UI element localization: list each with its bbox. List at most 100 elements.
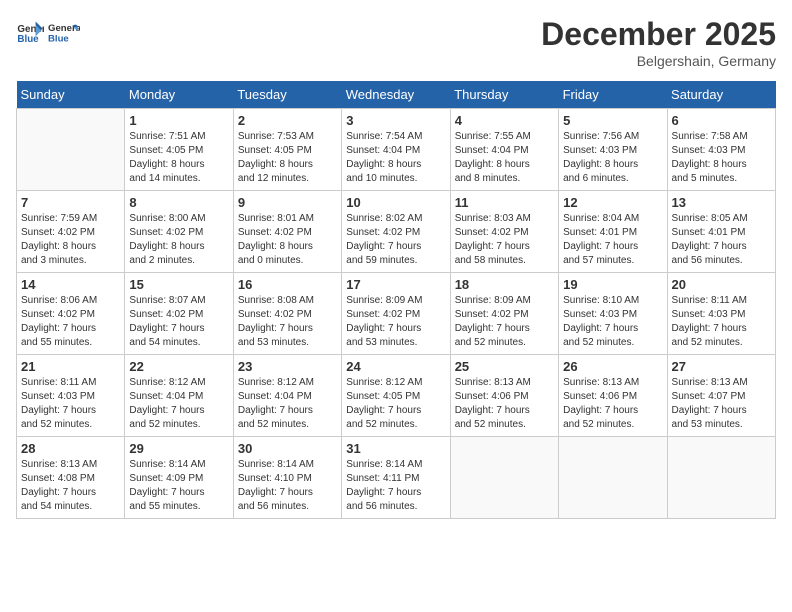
calendar-cell: 18Sunrise: 8:09 AM Sunset: 4:02 PM Dayli… [450,273,558,355]
day-number: 10 [346,195,445,210]
calendar-cell: 16Sunrise: 8:08 AM Sunset: 4:02 PM Dayli… [233,273,341,355]
day-number: 12 [563,195,662,210]
calendar-cell: 30 Sunrise: 8:14 AM Sunset: 4:10 PM Dayli… [233,437,341,519]
calendar-cell [450,437,558,519]
day-number: 22 [129,359,228,374]
calendar-cell [667,437,775,519]
calendar-cell: 2Sunrise: 7:53 AM Sunset: 4:05 PM Daylig… [233,109,341,191]
day-number: 17 [346,277,445,292]
day-info: Sunrise: 7:51 AM Sunset: 4:05 PM Dayligh… [129,130,228,186]
svg-text:Blue: Blue [48,33,69,44]
calendar-cell: 21 Sunrise: 8:11 AM Sunset: 4:03 PM Dayli… [17,355,125,437]
logo: General Blue General Blue [16,16,80,48]
calendar-cell: 10 Sunrise: 8:02 AM Sunset: 4:02 PM Dayli… [342,191,450,273]
calendar-cell: 26 Sunrise: 8:13 AM Sunset: 4:06 PM Dayli… [559,355,667,437]
calendar-cell: 11Sunrise: 8:03 AM Sunset: 4:02 PM Dayli… [450,191,558,273]
weekday-header-thursday: Thursday [450,81,558,109]
calendar-cell: 28 Sunrise: 8:13 AM Sunset: 4:08 PM Dayli… [17,437,125,519]
calendar-cell: 7Sunrise: 7:59 AM Sunset: 4:02 PM Daylig… [17,191,125,273]
day-info: Sunrise: 7:56 AM Sunset: 4:03 PM Dayligh… [563,130,662,186]
calendar-cell: 23 Sunrise: 8:12 AM Sunset: 4:04 PM Dayli… [233,355,341,437]
day-number: 15 [129,277,228,292]
day-number: 20 [672,277,771,292]
calendar-cell: 8 Sunrise: 8:00 AM Sunset: 4:02 PM Daylig… [125,191,233,273]
day-number: 23 [238,359,337,374]
calendar-cell: 19Sunrise: 8:10 AM Sunset: 4:03 PM Dayli… [559,273,667,355]
day-number: 28 [21,441,120,456]
day-info: Sunrise: 8:14 AM Sunset: 4:11 PM Dayligh… [346,458,445,514]
calendar-cell: 24Sunrise: 8:12 AM Sunset: 4:05 PM Dayli… [342,355,450,437]
day-info: Sunrise: 8:05 AM Sunset: 4:01 PM Dayligh… [672,212,771,268]
day-info: Sunrise: 8:14 AM Sunset: 4:10 PM Dayligh… [238,458,337,514]
day-number: 4 [455,113,554,128]
day-number: 8 [129,195,228,210]
day-number: 31 [346,441,445,456]
calendar-cell: 27 Sunrise: 8:13 AM Sunset: 4:07 PM Dayli… [667,355,775,437]
logo-icon: General Blue [16,18,44,46]
day-info: Sunrise: 8:11 AM Sunset: 4:03 PM Dayligh… [21,376,120,432]
weekday-header-friday: Friday [559,81,667,109]
calendar-cell: 9 Sunrise: 8:01 AM Sunset: 4:02 PM Daylig… [233,191,341,273]
weekday-header-sunday: Sunday [17,81,125,109]
day-info: Sunrise: 8:06 AM Sunset: 4:02 PM Dayligh… [21,294,120,350]
day-number: 11 [455,195,554,210]
day-info: Sunrise: 8:11 AM Sunset: 4:03 PM Dayligh… [672,294,771,350]
calendar-cell: 3 Sunrise: 7:54 AM Sunset: 4:04 PM Daylig… [342,109,450,191]
day-info: Sunrise: 8:07 AM Sunset: 4:02 PM Dayligh… [129,294,228,350]
day-number: 29 [129,441,228,456]
day-number: 21 [21,359,120,374]
day-number: 2 [238,113,337,128]
calendar-cell: 6Sunrise: 7:58 AM Sunset: 4:03 PM Daylig… [667,109,775,191]
title-section: December 2025 Belgershain, Germany [541,16,776,69]
day-number: 9 [238,195,337,210]
day-number: 6 [672,113,771,128]
week-row-5: 28 Sunrise: 8:13 AM Sunset: 4:08 PM Dayli… [17,437,776,519]
week-row-4: 21 Sunrise: 8:11 AM Sunset: 4:03 PM Dayli… [17,355,776,437]
calendar-cell: 22Sunrise: 8:12 AM Sunset: 4:04 PM Dayli… [125,355,233,437]
calendar-cell: 29Sunrise: 8:14 AM Sunset: 4:09 PM Dayli… [125,437,233,519]
day-info: Sunrise: 8:12 AM Sunset: 4:04 PM Dayligh… [238,376,337,432]
day-info: Sunrise: 8:12 AM Sunset: 4:05 PM Dayligh… [346,376,445,432]
calendar-cell [559,437,667,519]
calendar-cell: 25Sunrise: 8:13 AM Sunset: 4:06 PM Dayli… [450,355,558,437]
day-info: Sunrise: 8:13 AM Sunset: 4:06 PM Dayligh… [563,376,662,432]
day-number: 18 [455,277,554,292]
weekday-header-wednesday: Wednesday [342,81,450,109]
day-info: Sunrise: 8:13 AM Sunset: 4:07 PM Dayligh… [672,376,771,432]
day-info: Sunrise: 7:59 AM Sunset: 4:02 PM Dayligh… [21,212,120,268]
calendar-cell: 20 Sunrise: 8:11 AM Sunset: 4:03 PM Dayli… [667,273,775,355]
day-info: Sunrise: 8:09 AM Sunset: 4:02 PM Dayligh… [346,294,445,350]
day-info: Sunrise: 8:00 AM Sunset: 4:02 PM Dayligh… [129,212,228,268]
day-number: 13 [672,195,771,210]
calendar-cell: 13 Sunrise: 8:05 AM Sunset: 4:01 PM Dayli… [667,191,775,273]
calendar-cell: 31 Sunrise: 8:14 AM Sunset: 4:11 PM Dayli… [342,437,450,519]
day-number: 5 [563,113,662,128]
day-number: 14 [21,277,120,292]
day-number: 26 [563,359,662,374]
day-info: Sunrise: 8:13 AM Sunset: 4:06 PM Dayligh… [455,376,554,432]
day-info: Sunrise: 7:55 AM Sunset: 4:04 PM Dayligh… [455,130,554,186]
calendar-cell: 4 Sunrise: 7:55 AM Sunset: 4:04 PM Daylig… [450,109,558,191]
calendar-cell: 14 Sunrise: 8:06 AM Sunset: 4:02 PM Dayli… [17,273,125,355]
calendar-body: 1 Sunrise: 7:51 AM Sunset: 4:05 PM Daylig… [17,109,776,519]
week-row-2: 7Sunrise: 7:59 AM Sunset: 4:02 PM Daylig… [17,191,776,273]
day-info: Sunrise: 8:02 AM Sunset: 4:02 PM Dayligh… [346,212,445,268]
day-info: Sunrise: 8:13 AM Sunset: 4:08 PM Dayligh… [21,458,120,514]
weekday-header-row: SundayMondayTuesdayWednesdayThursdayFrid… [17,81,776,109]
day-info: Sunrise: 8:04 AM Sunset: 4:01 PM Dayligh… [563,212,662,268]
week-row-3: 14 Sunrise: 8:06 AM Sunset: 4:02 PM Dayli… [17,273,776,355]
location-label: Belgershain, Germany [541,53,776,69]
weekday-header-saturday: Saturday [667,81,775,109]
day-info: Sunrise: 8:01 AM Sunset: 4:02 PM Dayligh… [238,212,337,268]
week-row-1: 1 Sunrise: 7:51 AM Sunset: 4:05 PM Daylig… [17,109,776,191]
logo-bird-icon: General Blue [48,16,80,48]
day-number: 3 [346,113,445,128]
day-number: 27 [672,359,771,374]
day-info: Sunrise: 8:08 AM Sunset: 4:02 PM Dayligh… [238,294,337,350]
calendar-table: SundayMondayTuesdayWednesdayThursdayFrid… [16,81,776,519]
day-info: Sunrise: 8:10 AM Sunset: 4:03 PM Dayligh… [563,294,662,350]
day-info: Sunrise: 7:54 AM Sunset: 4:04 PM Dayligh… [346,130,445,186]
calendar-cell: 17 Sunrise: 8:09 AM Sunset: 4:02 PM Dayli… [342,273,450,355]
day-number: 30 [238,441,337,456]
day-number: 1 [129,113,228,128]
